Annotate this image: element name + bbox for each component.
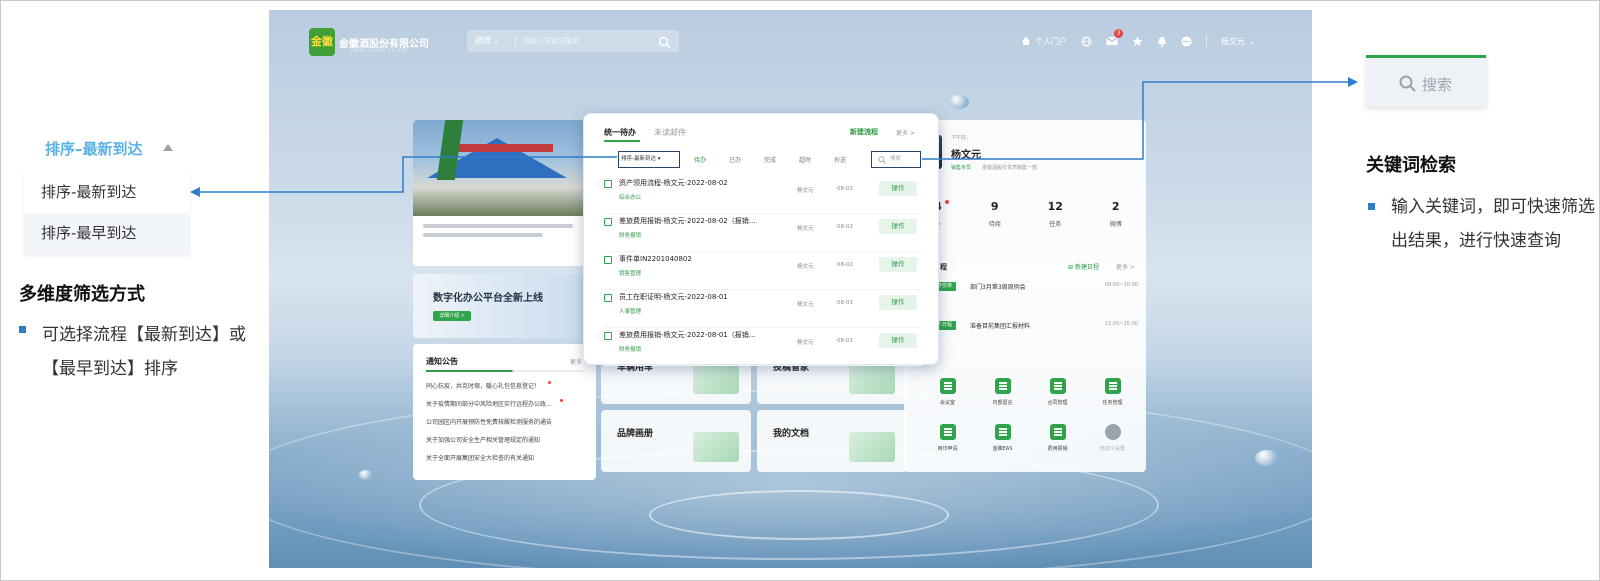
callout-connectors	[190, 77, 1358, 197]
connector-line	[197, 156, 617, 193]
arrowhead	[190, 187, 200, 197]
arrowhead	[1348, 77, 1358, 87]
connector-line	[922, 81, 1348, 160]
